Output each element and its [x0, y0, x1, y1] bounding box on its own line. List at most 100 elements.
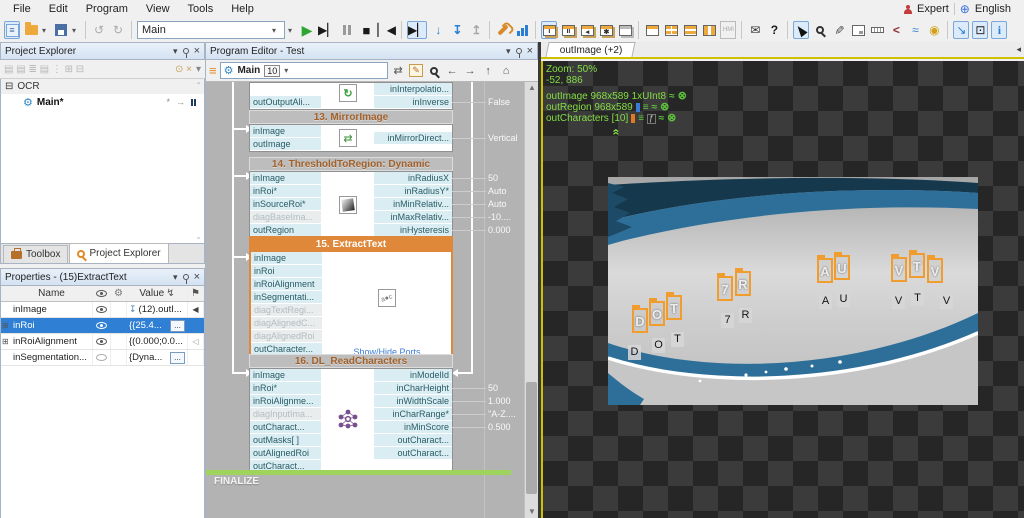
view-dual-window-button[interactable]: II — [560, 21, 576, 39]
port-outMasks[interactable]: outMasks[ ] — [250, 434, 321, 447]
edit-macro-button[interactable]: ✎ — [409, 62, 424, 79]
port-diagBaseIma[interactable]: diagBaseIma... — [250, 211, 321, 224]
statistics-button[interactable] — [514, 21, 530, 39]
profile-tool-button[interactable]: ≈ — [907, 21, 923, 39]
iterate-back-button[interactable]: ▏◀ — [377, 21, 395, 39]
col-value-header[interactable]: Value↯ — [127, 286, 188, 301]
menu-edit[interactable]: Edit — [40, 1, 77, 17]
property-value[interactable]: {(0.000;0.0... — [127, 334, 188, 349]
port-outCharact[interactable]: outCharact... — [374, 434, 452, 447]
port-inMinScore[interactable]: inMinScore0.500 — [374, 421, 452, 434]
pin-icon[interactable] — [183, 274, 189, 280]
tree-scroll-up[interactable]: ⌃ — [195, 81, 202, 90]
property-name[interactable]: inRoiAlignment⊞ — [1, 334, 93, 349]
port-outOutputAli[interactable]: outOutputAli... — [250, 96, 321, 109]
step-into-button[interactable]: ↓ — [430, 21, 446, 39]
tab-toolbox[interactable]: Toolbox — [3, 245, 68, 263]
property-row-inImage[interactable]: inImage↧(12).outI...◀ — [1, 302, 204, 318]
property-row-inRoi[interactable]: inRoi⊞{{25.4...... — [1, 318, 204, 334]
col-name-header[interactable]: Name — [1, 286, 93, 301]
port-outCharact[interactable]: outCharact... — [374, 447, 452, 460]
port-diagTextRegi[interactable]: diagTextRegi... — [251, 304, 322, 317]
port-inImage[interactable]: inImage — [250, 172, 321, 185]
layout-single-button[interactable] — [644, 21, 660, 39]
view-single-window-button[interactable]: I — [541, 21, 557, 39]
col-gear-header[interactable]: ⚙ — [111, 286, 127, 301]
tab-scroll-left-icon[interactable]: ◂ — [1016, 44, 1024, 57]
layout-grid-button[interactable] — [663, 21, 679, 39]
port-diagAlignedC[interactable]: diagAlignedC... — [251, 317, 322, 330]
preview-eye-cell[interactable] — [93, 302, 111, 317]
pan-view-button[interactable]: ↘ — [953, 21, 969, 39]
filter-block-13-mirrorimage[interactable]: 13. MirrorImage inImageoutImage ⇄ inMirr… — [249, 110, 453, 152]
port-inImage[interactable]: inImage — [251, 252, 322, 265]
image-preview-viewer[interactable]: Zoom: 50% -52, 886 outImage 968x589 1xUI… — [541, 61, 1024, 518]
menu-view[interactable]: View — [137, 1, 179, 17]
macro-combo-caret[interactable]: ▾ — [284, 66, 292, 75]
port-inMaxRelativ[interactable]: inMaxRelativ...-10.... — [374, 211, 452, 224]
gear-cell[interactable] — [111, 318, 127, 333]
property-value[interactable]: {{25.4...... — [127, 318, 188, 333]
zoom-tool-button[interactable] — [812, 21, 828, 39]
finalize-label[interactable]: FINALIZE — [214, 476, 259, 487]
property-value[interactable]: ↧(12).outI... — [127, 302, 188, 317]
menu-program[interactable]: Program — [77, 1, 137, 17]
port-inRadiusY[interactable]: inRadiusY*Auto — [374, 185, 452, 198]
port-inRoi[interactable]: inRoi — [251, 265, 322, 278]
port-inSegmentati[interactable]: inSegmentati... — [251, 291, 322, 304]
menu-tools[interactable]: Tools — [179, 1, 223, 17]
new-program-button[interactable]: ≡ — [4, 21, 20, 39]
pe-overflow-icon[interactable]: ▾ — [196, 64, 201, 75]
block-title[interactable]: 15. ExtractText — [251, 238, 451, 252]
nav-forward-button[interactable]: → — [463, 62, 478, 79]
layout-hmi-button[interactable]: HMI — [720, 21, 736, 39]
pe-refresh-icon[interactable]: ⊙ × — [175, 64, 192, 75]
block-title[interactable]: 13. MirrorImage — [249, 110, 453, 124]
port-inRoi[interactable]: inRoi* — [250, 382, 321, 395]
switch-variant-button[interactable]: ⇄ — [391, 62, 406, 79]
port-flag-cell[interactable] — [188, 318, 204, 333]
scroll-thumb[interactable] — [526, 382, 537, 494]
nav-up-button[interactable]: ↑ — [481, 62, 496, 79]
collapse-icon[interactable]: ⊟ — [5, 81, 13, 92]
panel-menu-button[interactable]: ▾ — [173, 272, 178, 283]
program-canvas[interactable]: outOutputAli... ↻ inInterpolatio...inInv… — [205, 82, 524, 518]
pe-tool-icons[interactable]: ▤ ▤ ≣ ▤ ⋮ ⊞ ⊟ — [4, 64, 84, 75]
close-icon[interactable]: × — [194, 271, 200, 283]
nav-back-button[interactable]: ← — [445, 62, 460, 79]
window-tool-button[interactable] — [850, 21, 866, 39]
step-over-button[interactable]: ↧ — [449, 21, 465, 39]
port-inImage[interactable]: inImage — [250, 369, 321, 382]
preview-eye-cell[interactable] — [93, 350, 111, 365]
program-selector-caret[interactable]: ▾ — [288, 26, 296, 35]
target-tool-button[interactable]: ◉ — [926, 21, 942, 39]
property-name[interactable]: inImage — [1, 302, 93, 317]
filter-block-12[interactable]: outOutputAli... ↻ inInterpolatio...inInv… — [249, 82, 453, 110]
port-flag-cell[interactable]: ◁ — [188, 334, 204, 349]
stop-button[interactable]: ■ — [358, 21, 374, 39]
angle-tool-button[interactable]: < — [888, 21, 904, 39]
nav-home-button[interactable]: ⌂ — [499, 62, 514, 79]
layer-bar-orange-icon[interactable] — [631, 114, 635, 123]
tree-scroll-down[interactable]: ⌄ — [195, 232, 202, 241]
port-inInterpolatio[interactable]: inInterpolatio... — [374, 83, 452, 96]
port-inMirrorDirect[interactable]: inMirrorDirect...Vertical — [374, 132, 452, 145]
gear-cell[interactable] — [111, 350, 127, 365]
preview-eye-cell[interactable] — [93, 334, 111, 349]
layer-list-icon[interactable]: ≡ — [643, 102, 649, 113]
layer-close-icon[interactable]: ⊗ — [667, 113, 676, 124]
tab-project-explorer[interactable]: Project Explorer — [69, 243, 168, 263]
menu-help[interactable]: Help — [222, 1, 263, 17]
layer-fx-icon[interactable]: ƒ — [647, 114, 655, 124]
port-outCharact[interactable]: outCharact... — [250, 421, 321, 434]
layout-cols-button[interactable] — [701, 21, 717, 39]
col-flag-header[interactable]: ⚑ — [188, 286, 204, 301]
feedback-button[interactable]: ✉ — [747, 21, 763, 39]
open-caret[interactable]: ▾ — [42, 26, 50, 35]
pause-button[interactable] — [339, 21, 355, 39]
hud-collapse-chevron[interactable]: « — [609, 129, 623, 136]
pin-icon[interactable] — [183, 48, 189, 54]
port-diagAlignedRoi[interactable]: diagAlignedRoi — [251, 330, 322, 343]
block-title[interactable]: 14. ThresholdToRegion: Dynamic — [249, 157, 453, 171]
step-out-button[interactable]: ↥ — [468, 21, 484, 39]
